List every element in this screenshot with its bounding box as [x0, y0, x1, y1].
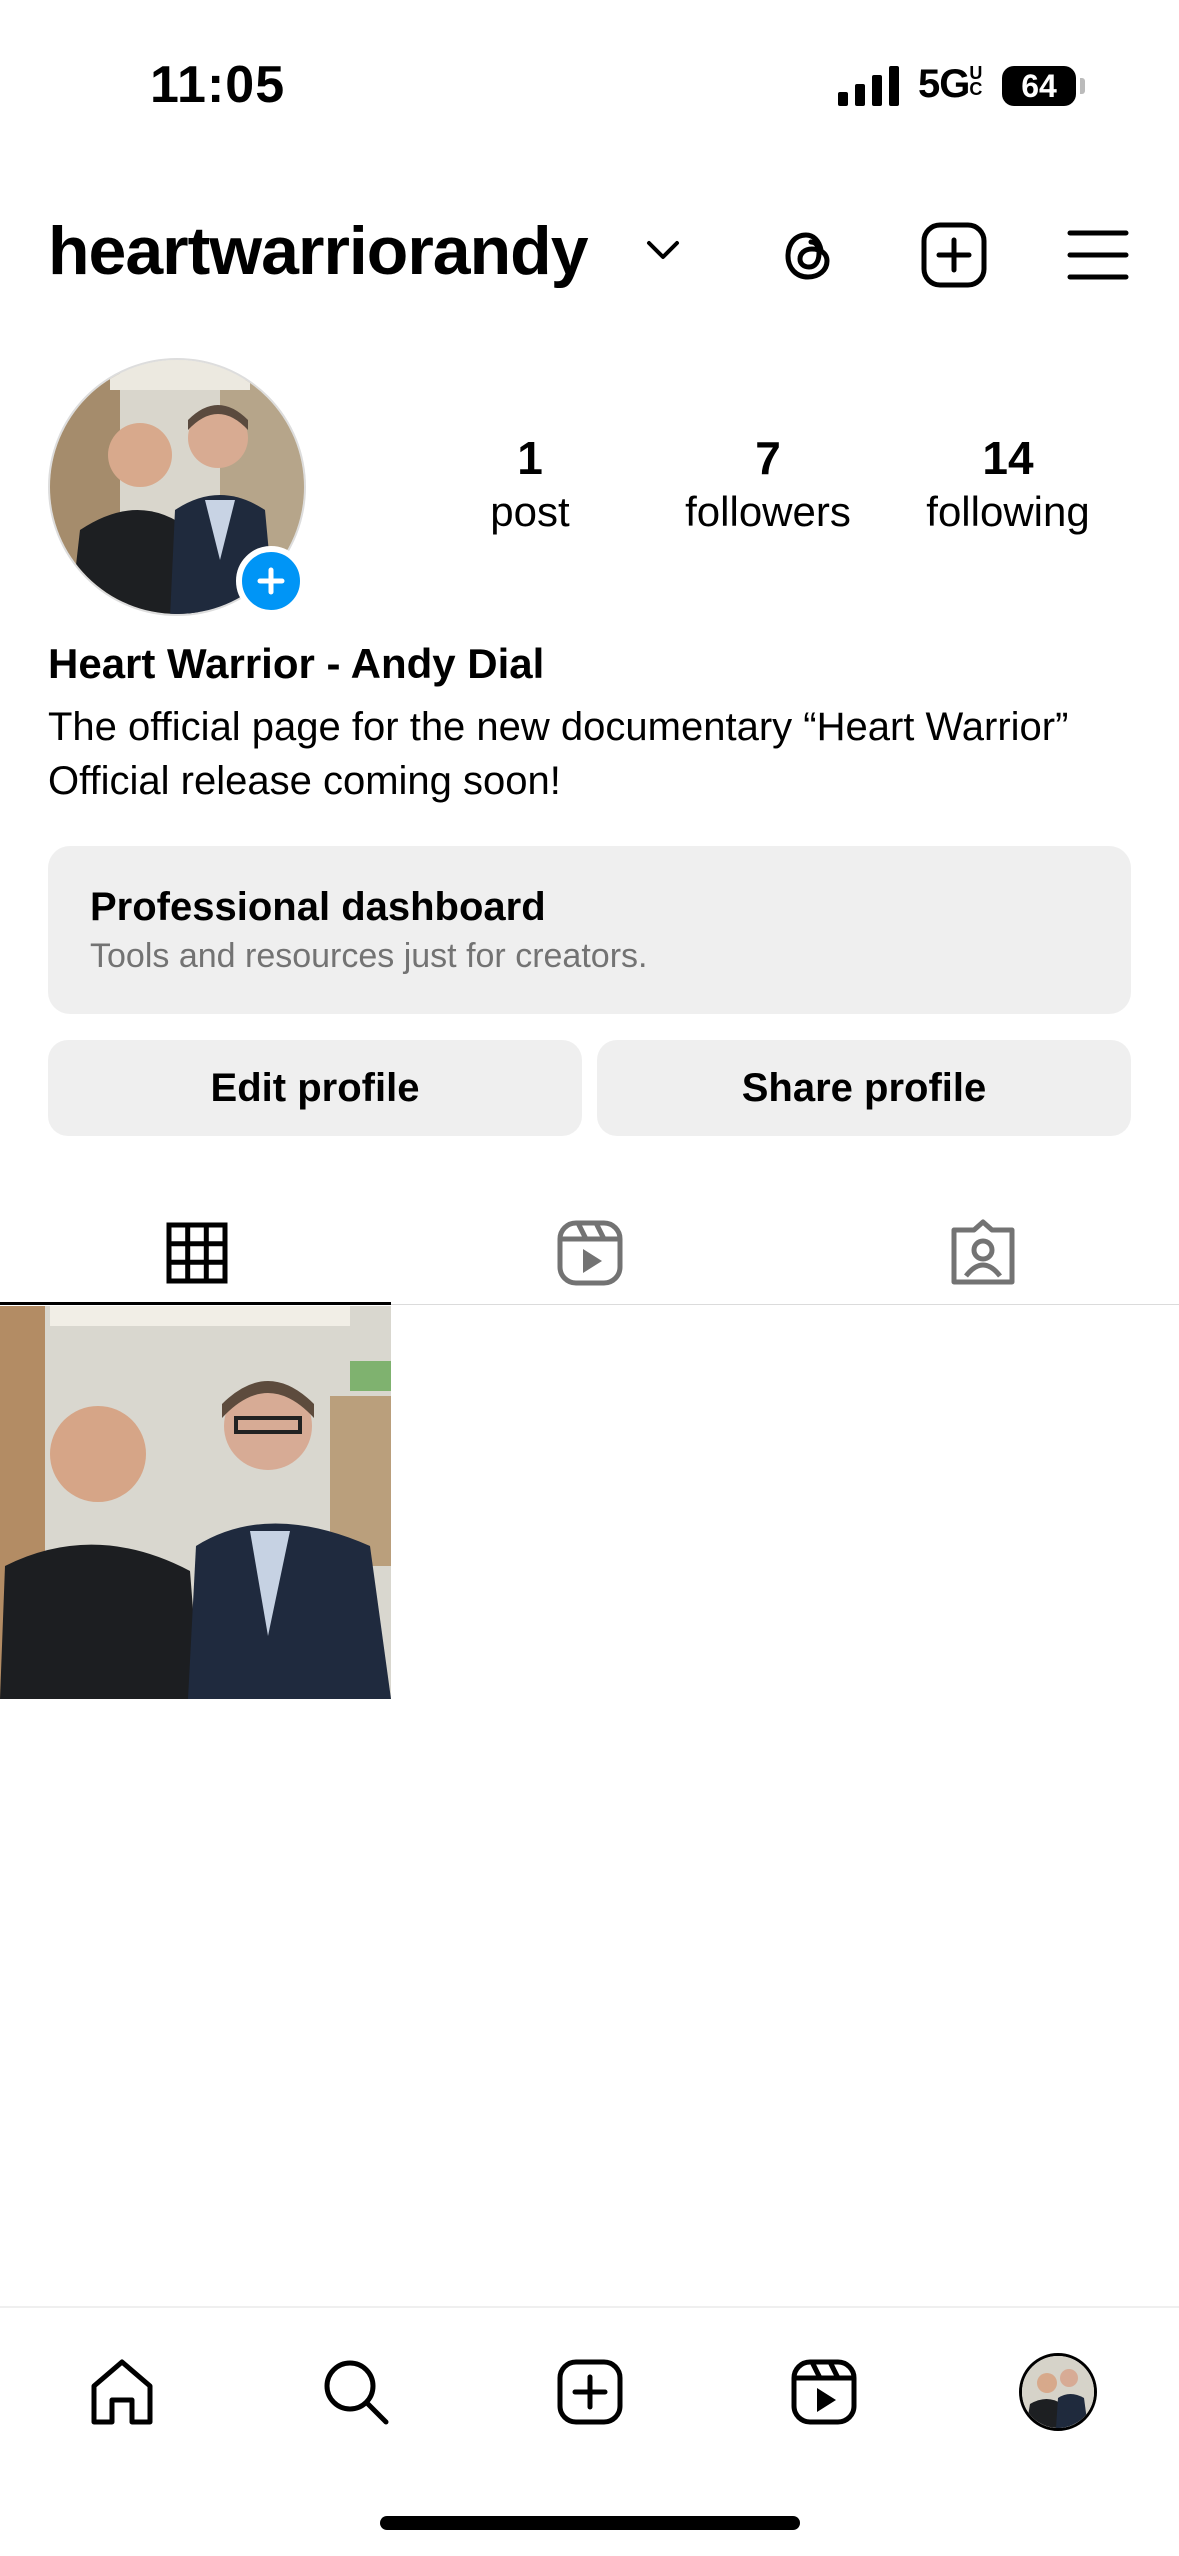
posts-label: post: [490, 488, 570, 535]
professional-dashboard-button[interactable]: [48, 846, 1131, 1014]
create-post-icon[interactable]: [914, 215, 994, 295]
share-profile-button[interactable]: Share profile: [597, 1040, 1131, 1136]
followers-label: followers: [685, 488, 851, 535]
posts-stat[interactable]: 1 post: [430, 430, 630, 538]
following-label: following: [926, 488, 1090, 535]
home-indicator: [380, 2516, 800, 2530]
nav-home[interactable]: [72, 2342, 172, 2442]
active-tab-indicator: [0, 1302, 391, 1305]
following-stat[interactable]: 14 following: [908, 430, 1108, 538]
reels-icon: [791, 2359, 857, 2425]
menu-icon[interactable]: [1058, 215, 1138, 295]
search-icon: [324, 2360, 389, 2425]
network-type-superscript: UC: [969, 63, 982, 99]
home-icon: [91, 2359, 153, 2425]
followers-count: 7: [755, 432, 781, 484]
profile-avatar-small: [1019, 2353, 1097, 2431]
tab-reels[interactable]: [393, 1200, 786, 1306]
grid-icon: [166, 1222, 227, 1284]
profile-full-name: Heart Warrior - Andy Dial: [48, 640, 545, 687]
dashboard-title: Professional dashboard: [90, 885, 546, 929]
tab-tagged[interactable]: [786, 1200, 1179, 1306]
tagged-icon: [951, 1219, 1014, 1285]
tab-posts-grid[interactable]: [0, 1200, 393, 1306]
chevron-down-icon[interactable]: [645, 238, 681, 262]
posts-count: 1: [517, 432, 543, 484]
bottom-nav-divider: [0, 2306, 1179, 2308]
nav-profile[interactable]: [1008, 2342, 1108, 2442]
dashboard-subtitle: Tools and resources just for creators.: [90, 937, 648, 975]
plus-icon: [257, 567, 285, 595]
nav-reels[interactable]: [774, 2342, 874, 2442]
network-type: 5GUC: [918, 62, 987, 107]
threads-icon[interactable]: [768, 215, 848, 295]
edit-profile-button[interactable]: Edit profile: [48, 1040, 582, 1136]
battery-cap: [1080, 78, 1085, 94]
add-story-button[interactable]: [236, 546, 306, 616]
account-username[interactable]: heartwarriorandy: [48, 212, 589, 290]
profile-bio: The official page for the new documentar…: [48, 705, 1069, 803]
status-time: 11:05: [150, 56, 286, 114]
followers-stat[interactable]: 7 followers: [668, 430, 868, 538]
create-icon: [557, 2359, 623, 2425]
post-thumbnail[interactable]: [0, 1306, 391, 1699]
nav-create[interactable]: [540, 2342, 640, 2442]
nav-search[interactable]: [306, 2342, 406, 2442]
following-count: 14: [982, 432, 1034, 484]
reels-icon: [557, 1220, 622, 1286]
battery-icon: 64: [1002, 66, 1076, 106]
cellular-signal-icon: [838, 64, 900, 106]
post-photo: [0, 1306, 391, 1699]
